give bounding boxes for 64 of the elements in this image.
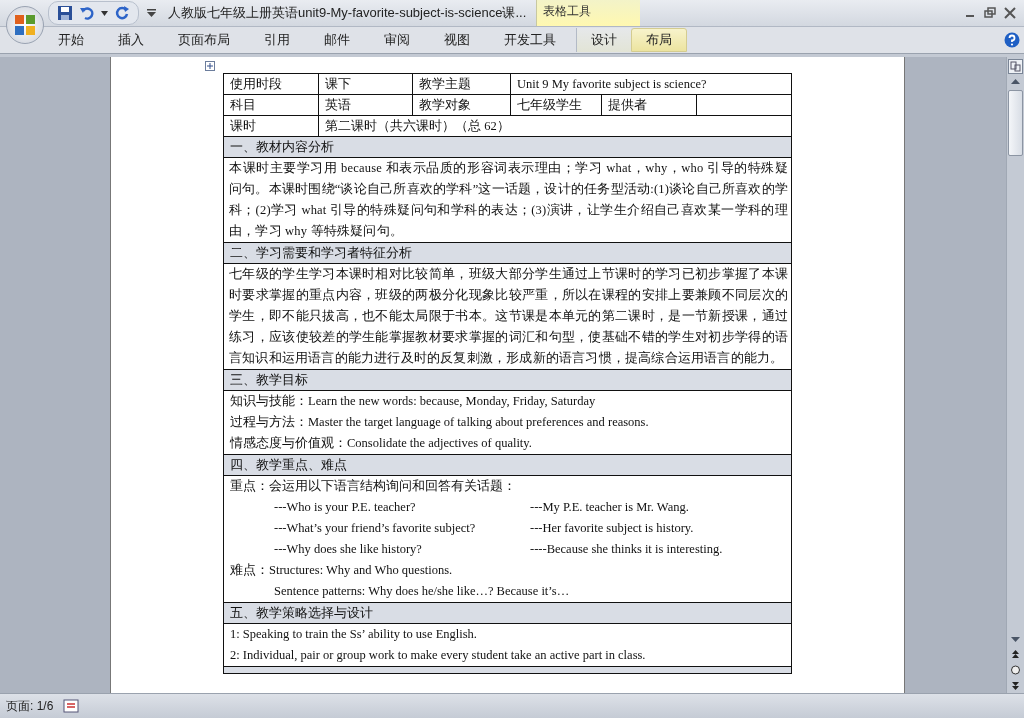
question-text: ---Why does she like history? (274, 541, 423, 558)
line-text: Sentence patterns: Why does he/she like…? Because it’s… (274, 583, 570, 600)
question-text: ---What’s your friend’s favorite subject? (274, 520, 477, 537)
section-heading: 五、教学策略选择与设计 (223, 602, 792, 624)
line-label: 重点： (230, 478, 269, 495)
table-cell: 课时 (223, 115, 319, 137)
table-cell: 科目 (223, 94, 319, 116)
ribbon-tab[interactable]: 布局 (631, 28, 687, 52)
line-label: 过程与方法： (230, 414, 308, 431)
dropdown-caret-icon[interactable] (101, 10, 108, 16)
answer-text: ----Because she thinks it is interesting. (530, 541, 723, 558)
table-cell: 七年级学生 (510, 94, 602, 116)
save-icon[interactable] (57, 5, 73, 21)
ribbon-tab[interactable]: 插入 (104, 28, 158, 52)
ribbon-tab[interactable]: 引用 (250, 28, 304, 52)
ribbon-tab[interactable]: 视图 (430, 28, 484, 52)
ribbon-tab[interactable]: 审阅 (370, 28, 424, 52)
table-cell: 第二课时（共六课时）（总 62） (318, 115, 792, 137)
section-heading: 一、教材内容分析 (223, 136, 792, 158)
page-count[interactable]: 页面: 1/6 (6, 697, 54, 715)
table-cell: 英语 (318, 94, 413, 116)
section-paragraph: 七年级的学生学习本课时相对比较简单，班级大部分学生通过上节课时的学习已初步掌握了本课时要求掌握的重点内容，班级的两极分化现象比较严重，所以在课程的安排上要兼顾不同层次的学生，即不能只拔高，也不能太局限于书本。这节课是本单元的第二课时，是一节新授课，通过练习，应该使较差的学生能掌握教材要求掌握的词汇和句型，使基础不错的学生对初步学得的语言知识和运用语言的能力进行及时的反复刺激，形成新的语言习惯，提高综合运用语言的能力。 (223, 263, 792, 370)
line-text: 2: Individual, pair or group work to make every student take an active part in class. (230, 647, 646, 664)
office-button[interactable] (6, 6, 44, 44)
line-text: Structures: Why and Who questions. (269, 562, 453, 579)
customize-caret-icon[interactable] (147, 9, 156, 17)
scrollbar-thumb[interactable] (1008, 90, 1023, 156)
line-text: 会运用以下语言结构询问和回答有关话题： (269, 478, 516, 495)
line-text: Master the target language of talking about preferences and reasons. (308, 414, 649, 431)
table-cell: 教学对象 (412, 94, 511, 116)
table-cell: 提供者 (601, 94, 697, 116)
question-text: ---Who is your P.E. teacher? (274, 499, 417, 516)
undo-icon[interactable] (79, 5, 95, 21)
ribbon-tab[interactable]: 邮件 (310, 28, 364, 52)
ribbon-tab[interactable]: 页面布局 (164, 28, 244, 52)
view-ruler-icon[interactable] (1008, 59, 1023, 74)
ribbon-tab[interactable]: 开始 (44, 28, 98, 52)
browse-object-icon[interactable] (1008, 663, 1023, 677)
table-move-handle-icon[interactable] (205, 61, 215, 71)
redo-icon[interactable] (114, 5, 130, 21)
section-paragraph: 本课时主要学习用 because 和表示品质的形容词表示理由；学习 what，why，who 引导的特殊疑问句。本课时围绕“谈论自己所喜欢的学科”这一话题，设计的任务型活动:(1)谈论自己所喜欢的学科；(2)学习 what 引导的特殊疑问句和学科的表达；(3)演讲，让学生介绍自己喜欢某一学科的理由，学习 why 等特殊疑问句。 (223, 157, 792, 243)
window-title: 人教版七年级上册英语unit9-My-favorite-subject-is-science课... (168, 4, 527, 22)
section-heading: 四、教学重点、难点 (223, 454, 792, 476)
ribbon-tab[interactable]: 开发工具 (490, 28, 570, 52)
table-cell: 教学主题 (412, 73, 511, 95)
contextual-tab-group: 表格工具 (536, 0, 641, 26)
line-text: 1: Speaking to train the Ss’ ability to use English. (230, 626, 477, 643)
office-logo-icon (12, 12, 38, 38)
table-cell: Unit 9 My favorite subject is science? (510, 73, 792, 95)
answer-text: ---My P.E. teacher is Mr. Wang. (530, 499, 689, 516)
help-icon[interactable] (1004, 32, 1020, 48)
close-icon[interactable] (1004, 7, 1016, 19)
line-text: Learn the new words: because, Monday, Friday, Saturday (308, 393, 596, 410)
line-label: 难点： (230, 562, 269, 579)
line-text: Consolidate the adjectives of quality. (347, 435, 532, 452)
line-label: 情感态度与价值观： (230, 435, 347, 452)
table-cell: 使用时段 (223, 73, 319, 95)
ribbon-tab[interactable]: 设计 (576, 28, 631, 52)
restore-icon[interactable] (984, 7, 996, 19)
table-cell: 课下 (318, 73, 413, 95)
answer-text: ---Her favorite subject is history. (530, 520, 694, 537)
line-label: 知识与技能： (230, 393, 308, 410)
section-heading: 三、教学目标 (223, 369, 792, 391)
section-heading: 二、学习需要和学习者特征分析 (223, 242, 792, 264)
